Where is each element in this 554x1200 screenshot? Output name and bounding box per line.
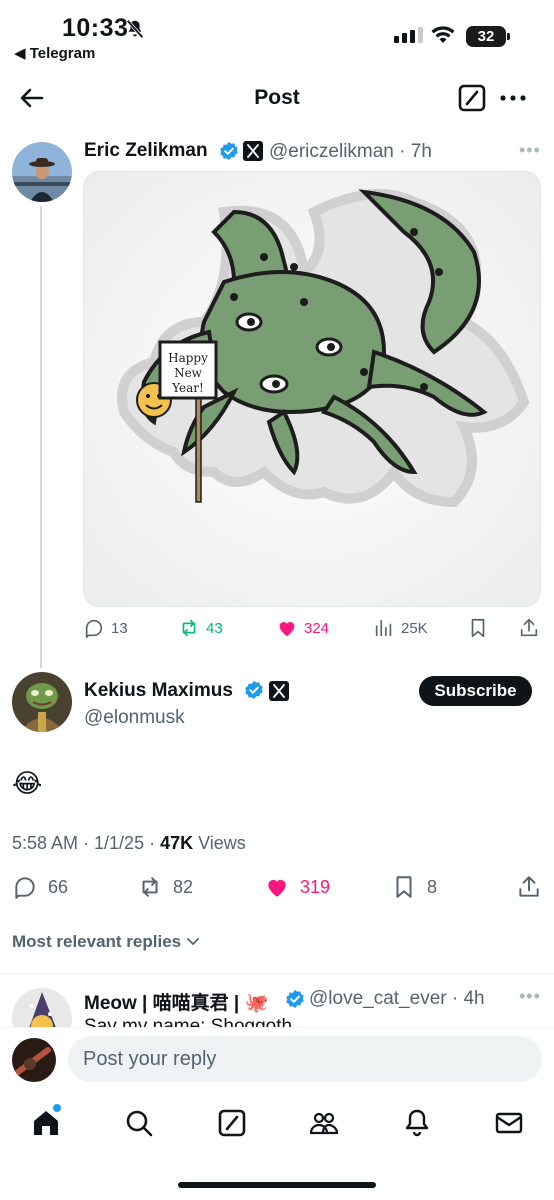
communities-icon[interactable] (308, 1107, 340, 1139)
bookmark-icon (471, 618, 485, 638)
avatar[interactable] (12, 1038, 56, 1082)
new-posts-indicator-dot (53, 1104, 61, 1112)
post-time: 4h (463, 988, 485, 1009)
grok-compose-icon[interactable] (458, 84, 486, 112)
post-meta: 5:58 AM · 1/1/25 · 47K Views (12, 833, 246, 854)
bookmark-count: 8 (427, 876, 438, 897)
status-time: 10:33 (62, 14, 129, 42)
author-name[interactable]: Kekius Maximus (84, 680, 233, 702)
bookmark-button[interactable] (467, 617, 489, 639)
verified-badge-icon (245, 680, 263, 700)
verified-badge-icon (220, 141, 238, 161)
post-timestamp: 5:58 AM · 1/1/25 · (12, 833, 161, 853)
views-button[interactable]: 25K (373, 617, 428, 639)
verified-badge-icon (286, 989, 304, 1009)
bookmark-button[interactable]: 8 (391, 874, 437, 900)
grok-icon[interactable] (216, 1107, 248, 1139)
views-chart-icon (375, 619, 392, 637)
views-count: 25K (401, 619, 428, 637)
sign-text-line: New (174, 366, 203, 380)
share-icon (520, 618, 538, 637)
like-button[interactable]: 319 (264, 874, 330, 900)
avatar[interactable] (12, 142, 72, 202)
share-icon (519, 876, 539, 897)
like-count: 319 (300, 876, 331, 897)
like-count: 324 (304, 619, 330, 637)
repost-count: 82 (173, 876, 194, 897)
frog-warrior-avatar-icon (12, 672, 72, 732)
reply-composer-bar (0, 1027, 554, 1097)
top-header: Post (0, 70, 554, 126)
repost-icon (142, 877, 158, 897)
share-button[interactable] (516, 874, 542, 900)
avatar[interactable] (12, 672, 72, 732)
share-button[interactable] (518, 617, 540, 639)
home-indicator-bar[interactable] (178, 1182, 376, 1188)
author-handle-time: @love_cat_ever · 4h (309, 988, 485, 1009)
replies-sort-label: Most relevant replies (12, 932, 182, 951)
author-handle: @love_cat_ever (309, 988, 447, 1009)
author-name[interactable]: Eric Zelikman (84, 140, 208, 162)
author-handle-time: @ericzelikman · 7h (269, 141, 432, 162)
author-handle: @ericzelikman (269, 141, 394, 162)
repost-button[interactable]: 82 (137, 874, 193, 900)
author-name[interactable]: Meow | 喵喵真君 | 🐙 (84, 988, 268, 1015)
heart-filled-icon (279, 622, 295, 637)
current-user-avatar-icon (12, 1038, 56, 1082)
subscribe-button[interactable]: Subscribe (419, 676, 532, 706)
post-actions: 13 43 324 25K (83, 617, 543, 643)
repost-button[interactable]: 43 (178, 617, 223, 639)
post-time: 7h (410, 141, 432, 162)
battery-indicator: 32 (466, 26, 510, 47)
replies-sort-dropdown[interactable]: Most relevant replies (12, 932, 201, 952)
chevron-down-icon (187, 938, 200, 946)
post-actions: 66 82 319 8 (12, 874, 542, 902)
reply-icon (15, 877, 35, 899)
reply-input[interactable] (68, 1036, 542, 1082)
messages-envelope-icon[interactable] (493, 1107, 525, 1139)
bookmark-icon (396, 876, 412, 898)
more-dots-icon[interactable]: ••• (519, 986, 541, 1007)
wifi-icon (431, 26, 455, 43)
profile-photo-icon (12, 142, 72, 202)
reply-button[interactable]: 66 (12, 874, 68, 900)
octopus-sticker-image: Happy New Year! (84, 172, 540, 606)
search-icon[interactable] (123, 1107, 155, 1139)
more-dots-icon[interactable] (498, 84, 528, 112)
notifications-bell-icon[interactable] (401, 1107, 433, 1139)
sign-text-line: Happy (168, 351, 208, 365)
views-count: 47K (160, 833, 194, 853)
bell-muted-icon (126, 19, 144, 39)
bottom-tab-bar (0, 1097, 554, 1157)
like-button[interactable]: 324 (276, 617, 329, 639)
sign-text-line: Year! (171, 381, 204, 395)
heart-filled-icon (268, 879, 286, 897)
repost-icon (182, 619, 196, 637)
reply-icon (85, 619, 103, 638)
thread-connector-line (40, 206, 42, 668)
xai-affiliate-icon (243, 141, 263, 161)
post-text: 😂 (12, 768, 43, 798)
more-dots-icon[interactable]: ••• (519, 140, 541, 161)
author-handle[interactable]: @elonmusk (84, 707, 185, 729)
cellular-signal-icon (394, 27, 423, 43)
views-label: Views (193, 833, 246, 853)
reply-count: 13 (111, 619, 128, 637)
divider (0, 973, 554, 974)
repost-count: 43 (206, 619, 223, 637)
reply-button[interactable]: 13 (83, 617, 128, 639)
status-bar: 10:33 ◀ Telegram 32 (0, 0, 554, 70)
reply-count: 66 (48, 876, 69, 897)
x-affiliate-icon (269, 681, 289, 701)
post-image[interactable]: Happy New Year! (83, 171, 541, 607)
back-to-telegram-link[interactable]: ◀ Telegram (14, 44, 95, 62)
